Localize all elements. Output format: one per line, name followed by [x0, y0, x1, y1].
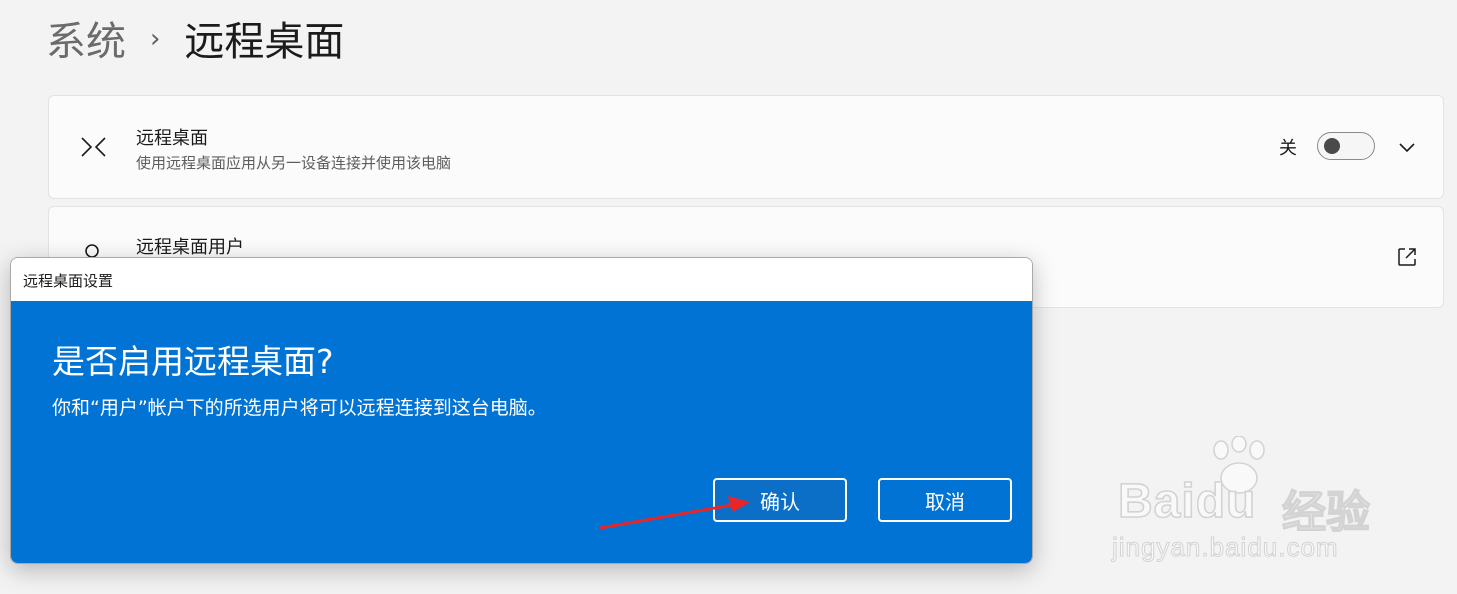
- dialog-heading: 是否启用远程桌面?: [52, 342, 334, 381]
- dialog-message: 你和“用户”帐户下的所选用户将可以远程连接到这台电脑。: [52, 397, 547, 419]
- toggle-knob: [1324, 138, 1340, 154]
- baidu-watermark: Baidu 经验 jingyan.baidu.com: [1112, 436, 1382, 566]
- breadcrumb-separator: ›: [150, 24, 161, 54]
- dialog-window-title: 远程桌面设置: [23, 272, 114, 290]
- remote-desktop-title: 远程桌面: [136, 128, 208, 149]
- external-link-icon[interactable]: [1395, 245, 1419, 269]
- breadcrumb-parent[interactable]: 系统: [46, 14, 126, 70]
- page-title: 远程桌面: [184, 19, 345, 65]
- toggle-state-label: 关: [1279, 138, 1297, 159]
- dialog-titlebar[interactable]: 远程桌面设置: [11, 258, 1032, 301]
- watermark-chinese-text: 经验: [1281, 486, 1370, 538]
- remote-desktop-description: 使用远程桌面应用从另一设备连接并使用该电脑: [136, 154, 452, 172]
- watermark-url: jingyan.baidu.com: [1112, 532, 1339, 563]
- settings-page: 系统 › 远程桌面 远程桌面 使用远程桌面应用从另一设备连接并使用该电脑 关 远…: [0, 0, 1457, 594]
- watermark-logo-text: Baidu: [1117, 474, 1257, 529]
- breadcrumb: 系统 › 远程桌面: [46, 14, 344, 70]
- remote-desktop-settings-dialog: 远程桌面设置 是否启用远程桌面? 你和“用户”帐户下的所选用户将可以远程连接到这…: [10, 257, 1033, 564]
- annotation-arrow-icon: [599, 496, 750, 530]
- remote-desktop-users-title: 远程桌面用户: [136, 237, 244, 258]
- cancel-button[interactable]: 取消: [878, 478, 1012, 522]
- dialog-body: 是否启用远程桌面? 你和“用户”帐户下的所选用户将可以远程连接到这台电脑。 确认…: [11, 301, 1032, 563]
- remote-desktop-toggle[interactable]: [1317, 132, 1375, 160]
- chevron-down-icon[interactable]: [1396, 136, 1418, 158]
- remote-desktop-icon: [81, 137, 106, 157]
- remote-desktop-card[interactable]: 远程桌面 使用远程桌面应用从另一设备连接并使用该电脑 关: [48, 95, 1444, 199]
